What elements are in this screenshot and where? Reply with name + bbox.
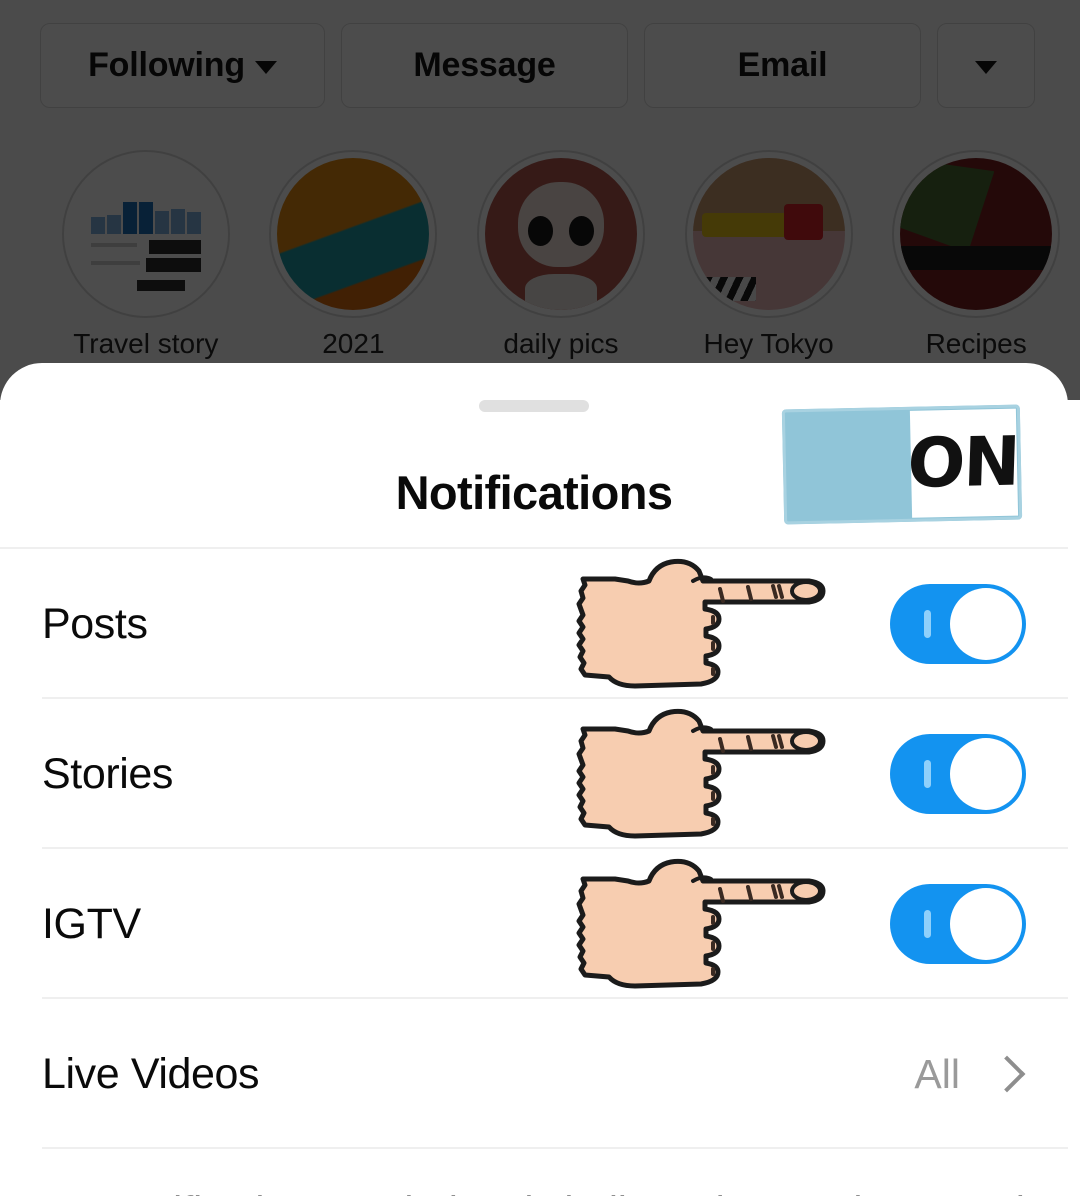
live-videos-value: All bbox=[914, 1050, 960, 1097]
row-label: Stories bbox=[42, 749, 174, 798]
row-control bbox=[890, 734, 1026, 814]
row-control bbox=[890, 884, 1026, 964]
row-label: Live Videos bbox=[42, 1049, 260, 1098]
notification-row-posts[interactable]: Posts bbox=[0, 549, 1068, 699]
notification-row-live-videos[interactable]: Live Videos All bbox=[0, 999, 1068, 1149]
on-sticker-label: ON bbox=[906, 422, 1020, 504]
toggle-knob bbox=[950, 588, 1022, 660]
posts-toggle[interactable] bbox=[890, 584, 1026, 664]
toggle-on-bar bbox=[924, 910, 931, 938]
toggle-knob bbox=[950, 738, 1022, 810]
row-control: All bbox=[914, 1051, 1026, 1098]
drag-handle[interactable] bbox=[479, 400, 589, 412]
igtv-toggle[interactable] bbox=[890, 884, 1026, 964]
toggle-on-bar bbox=[924, 610, 931, 638]
row-control bbox=[890, 584, 1026, 664]
screen: Following Message Email bbox=[0, 0, 1080, 1196]
footer-note: Get notifications each time is indicated… bbox=[42, 1184, 1038, 1196]
notification-row-igtv[interactable]: IGTV bbox=[0, 849, 1068, 999]
on-sticker: ON bbox=[781, 404, 1023, 525]
toggle-knob bbox=[950, 888, 1022, 960]
row-label: Posts bbox=[42, 599, 148, 648]
row-label: IGTV bbox=[42, 899, 141, 948]
stories-toggle[interactable] bbox=[890, 734, 1026, 814]
modal-scrim[interactable] bbox=[0, 0, 1080, 400]
chevron-right-icon bbox=[994, 1061, 1020, 1087]
toggle-on-bar bbox=[924, 760, 931, 788]
row-divider bbox=[42, 1147, 1068, 1149]
notification-row-stories[interactable]: Stories bbox=[0, 699, 1068, 849]
